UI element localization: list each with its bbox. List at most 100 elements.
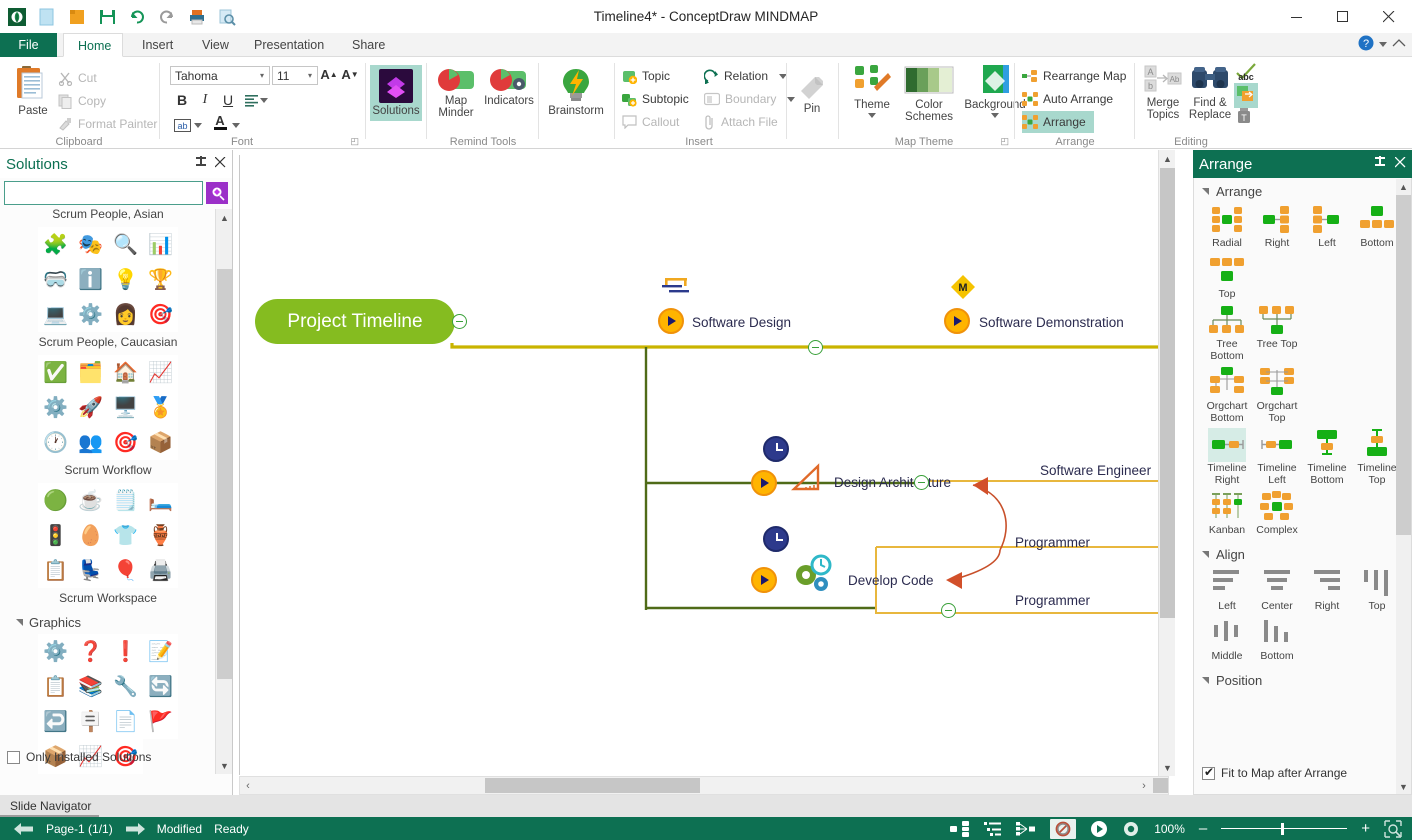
paragraph-button[interactable] [242, 90, 262, 110]
mindmap-canvas[interactable]: Project Timeline Software Design M Softw… [239, 155, 1175, 775]
zoom-slider[interactable] [1221, 822, 1348, 835]
pin-button[interactable]: Pin [792, 71, 832, 115]
tree-view-icon[interactable] [1016, 821, 1036, 837]
align-option-middle[interactable]: Middle [1202, 616, 1252, 663]
resource-label-software-engineer[interactable]: Software Engineer [1040, 463, 1151, 478]
collapse-toggle-timeline[interactable] [808, 340, 823, 355]
arrange-section-header[interactable]: Arrange [1194, 178, 1411, 203]
solutions-scrollbar[interactable]: ▲ ▼ [215, 209, 232, 774]
only-installed-row[interactable]: Only Installed Solutions [0, 745, 233, 769]
resize-grip[interactable] [1153, 778, 1168, 793]
scroll-up-icon[interactable]: ▲ [216, 209, 233, 226]
tab-insert[interactable]: Insert [128, 33, 187, 57]
arrange-option-tree-bottom[interactable]: Tree Bottom [1202, 304, 1252, 362]
graphics-section-header[interactable]: Graphics [0, 611, 216, 634]
close-button[interactable] [1366, 0, 1412, 34]
scroll-down-icon[interactable]: ▼ [1396, 779, 1411, 794]
collapse-toggle-design-architecture[interactable] [914, 475, 929, 490]
help-icon[interactable]: ? [1358, 35, 1374, 54]
hide-view-icon[interactable] [1050, 818, 1077, 839]
paragraph-dropdown-icon[interactable] [260, 98, 268, 103]
arrange-button[interactable]: Arrange [1022, 111, 1094, 133]
grow-font-button[interactable]: A ▲ [320, 63, 338, 85]
indicators-button[interactable]: Indicators [480, 67, 538, 107]
find-replace-button[interactable]: Find & Replace [1186, 65, 1234, 121]
align-section-header[interactable]: Align [1194, 541, 1411, 566]
tab-home[interactable]: Home [63, 33, 123, 57]
auto-arrange-button[interactable]: Auto Arrange [1022, 88, 1113, 110]
close-icon[interactable] [214, 156, 226, 173]
solution-card[interactable]: 🟢 ☕ 🗒️ 🛏️ 🚦 🥚 👕 🏺 📋 💺 🎈 🖨️ Scrum Workspa… [0, 483, 216, 611]
pin-icon[interactable] [195, 155, 207, 173]
subtopic-button[interactable]: Subtopic [622, 88, 689, 110]
merge-topics-button[interactable]: Ab Ab Merge Topics [1140, 65, 1186, 121]
topic-button[interactable]: Topic [622, 65, 670, 87]
minimize-button[interactable] [1274, 0, 1320, 34]
solutions-gallery-scroll[interactable]: 🧑‍💼 👩‍💼 🧑‍🔬 👩‍🏫 Scrum People, Asian 🧩 🎭 … [0, 209, 233, 774]
solution-card[interactable]: 🧩 🎭 🔍 📊 🥽 ℹ️ 💡 🏆 💻 ⚙️ 👩 🎯 Scrum People, … [0, 227, 216, 355]
resource-label-programmer-bottom[interactable]: Programmer [1015, 593, 1090, 608]
gear-view-icon[interactable] [1122, 820, 1140, 838]
fit-to-map-row[interactable]: Fit to Map after Arrange [1202, 765, 1347, 780]
spelling-button[interactable]: abc [1234, 63, 1258, 81]
arrange-option-bottom[interactable]: Bottom [1352, 203, 1402, 250]
collapse-toggle-develop-code[interactable] [941, 603, 956, 618]
fit-page-icon[interactable] [1384, 819, 1402, 838]
zoom-in-button[interactable]: + [1361, 820, 1370, 837]
arrange-option-timeline-left[interactable]: Timeline Left [1252, 428, 1302, 486]
brainstorm-button[interactable]: Brainstorm [544, 67, 608, 117]
canvas-vertical-scrollbar[interactable]: ▲ ▼ [1158, 150, 1175, 776]
expander-icon[interactable] [1202, 550, 1209, 558]
arrange-option-right[interactable]: Right [1252, 203, 1302, 250]
canvas-hscroll-thumb[interactable] [485, 778, 700, 793]
pin-icon[interactable] [1374, 155, 1386, 173]
scroll-up-icon[interactable]: ▲ [1159, 150, 1176, 167]
topic-play-icon[interactable] [658, 308, 684, 334]
scroll-up-icon[interactable]: ▲ [1396, 179, 1411, 194]
topic-label-software-demonstration[interactable]: Software Demonstration [979, 315, 1124, 330]
presentation-play-icon[interactable] [1090, 820, 1108, 838]
bold-button[interactable]: B [172, 90, 192, 110]
solutions-magic-icon[interactable] [206, 182, 228, 204]
map-minder-button[interactable]: Map Minder [432, 67, 480, 119]
tab-presentation[interactable]: Presentation [240, 33, 338, 57]
prev-page-icon[interactable] [14, 822, 34, 836]
font-family-combo[interactable]: Tahoma ▾ [170, 66, 270, 85]
scroll-down-icon[interactable]: ▼ [1159, 759, 1176, 776]
arrange-option-complex[interactable]: Complex [1252, 490, 1302, 537]
font-color-dropdown-icon[interactable] [232, 123, 240, 128]
canvas-vscroll-thumb[interactable] [1160, 168, 1175, 618]
delete-topic-button[interactable]: T [1235, 107, 1253, 128]
mindmap-view-icon[interactable] [950, 820, 970, 837]
font-size-combo[interactable]: 11 ▾ [272, 66, 318, 85]
align-option-bottom[interactable]: Bottom [1252, 616, 1302, 663]
arrange-scroll-thumb[interactable] [1396, 195, 1411, 535]
help-dropdown-icon[interactable] [1379, 42, 1387, 47]
relation-button[interactable]: Relation [704, 65, 788, 87]
theme-button[interactable]: Theme [846, 63, 898, 118]
outline-view-icon[interactable] [984, 821, 1002, 837]
background-dropdown-icon[interactable] [991, 113, 999, 118]
shrink-font-button[interactable]: A ▼ [341, 63, 359, 85]
scrollbar-thumb[interactable] [217, 269, 232, 679]
next-page-icon[interactable] [125, 822, 145, 836]
format-painter-button[interactable]: Format Painter [58, 113, 157, 135]
arrange-option-timeline-top[interactable]: Timeline Top [1352, 428, 1402, 486]
italic-button[interactable]: I [195, 90, 215, 110]
topic-label-software-design[interactable]: Software Design [692, 315, 791, 330]
replace-topic-button[interactable] [1234, 83, 1258, 108]
chevron-down-icon[interactable]: ▾ [303, 71, 317, 80]
theme-dropdown-icon[interactable] [868, 113, 876, 118]
resource-label-programmer-top[interactable]: Programmer [1015, 535, 1090, 550]
only-installed-checkbox[interactable] [7, 750, 20, 764]
align-option-left[interactable]: Left [1202, 566, 1252, 613]
arrange-option-timeline-bottom[interactable]: Timeline Bottom [1302, 428, 1352, 486]
scroll-right-icon[interactable]: › [1136, 777, 1152, 794]
arrange-panel-body[interactable]: Arrange Radial Right Left Bottom Top Tre… [1193, 178, 1412, 795]
paste-button[interactable]: Paste [10, 63, 56, 117]
maximize-button[interactable] [1320, 0, 1366, 34]
mindmap-root-node[interactable]: Project Timeline [255, 299, 455, 344]
map-theme-dialog-launcher[interactable]: ◰ [1000, 136, 1009, 147]
arrange-option-orgchart-top[interactable]: Orgchart Top [1252, 366, 1302, 424]
align-option-center[interactable]: Center [1252, 566, 1302, 613]
